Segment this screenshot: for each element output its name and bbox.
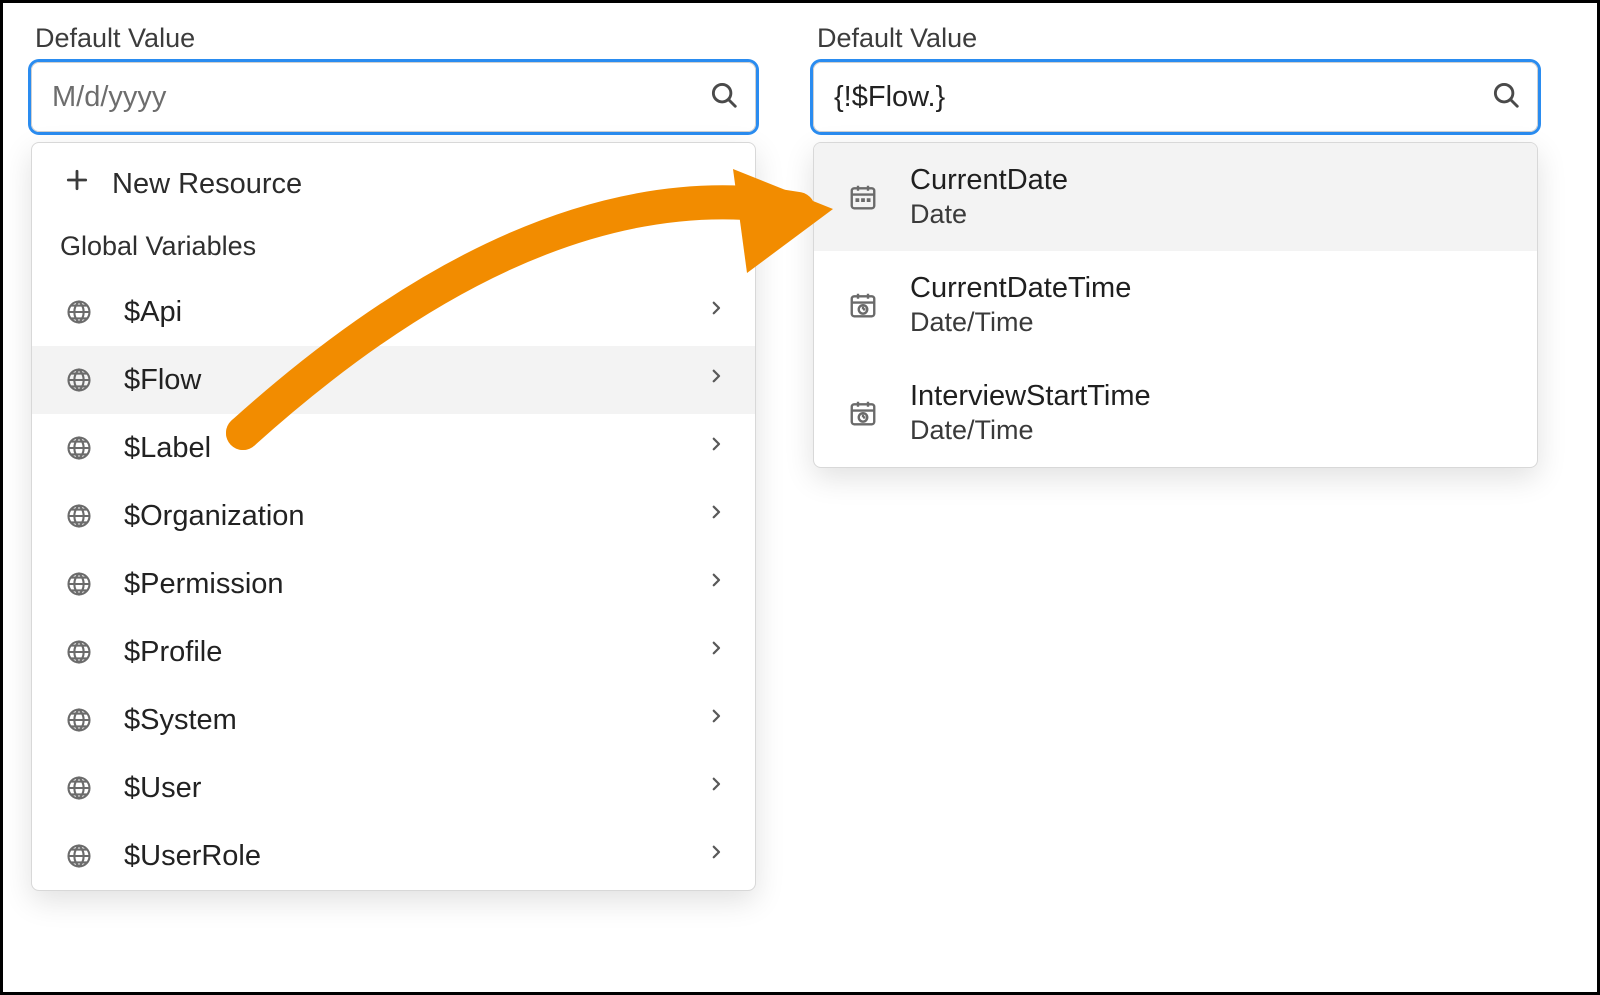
search-icon: [1491, 80, 1521, 115]
globe-icon: [64, 841, 94, 871]
flow-item-list: CurrentDateDate CurrentDateTimeDate/Time…: [814, 143, 1537, 467]
resource-dropdown: New Resource Global Variables $Api $Flow…: [31, 142, 756, 891]
flow-option-name: CurrentDateTime: [910, 270, 1131, 306]
calendar-clock-icon: [846, 290, 880, 320]
chevron-right-icon: [707, 430, 725, 466]
search-icon: [709, 80, 739, 115]
flow-dropdown: CurrentDateDate CurrentDateTimeDate/Time…: [813, 142, 1538, 468]
search-input-container[interactable]: [813, 62, 1538, 132]
flow-option-type: Date: [910, 198, 1068, 232]
global-variable-item[interactable]: $Permission: [32, 550, 755, 618]
global-variable-list: $Api $Flow $Label $Organization $Permiss…: [32, 278, 755, 890]
globe-icon: [64, 705, 94, 735]
chevron-right-icon: [707, 702, 725, 738]
global-variable-label: $Permission: [124, 568, 707, 601]
field-label: Default Value: [817, 23, 1538, 54]
chevron-right-icon: [707, 838, 725, 874]
flow-option-item[interactable]: CurrentDateTimeDate/Time: [814, 251, 1537, 359]
globe-icon: [64, 297, 94, 327]
calendar-date-icon: [846, 182, 880, 212]
globe-icon: [64, 569, 94, 599]
global-variable-item[interactable]: $Profile: [32, 618, 755, 686]
chevron-right-icon: [707, 294, 725, 330]
calendar-clock-icon: [846, 398, 880, 428]
global-variable-label: $System: [124, 704, 707, 737]
globe-icon: [64, 501, 94, 531]
new-resource-label: New Resource: [112, 168, 302, 201]
default-value-panel-right: Default Value CurrentDateDate CurrentDat…: [813, 23, 1538, 468]
chevron-right-icon: [707, 362, 725, 398]
global-variable-item[interactable]: $Organization: [32, 482, 755, 550]
global-variable-label: $Profile: [124, 636, 707, 669]
plus-icon: [64, 167, 90, 201]
global-variable-label: $UserRole: [124, 840, 707, 873]
global-variable-item[interactable]: $UserRole: [32, 822, 755, 890]
global-variable-item[interactable]: $User: [32, 754, 755, 822]
search-input[interactable]: [832, 80, 1491, 115]
global-variable-label: $Flow: [124, 364, 707, 397]
globe-icon: [64, 433, 94, 463]
flow-option-name: CurrentDate: [910, 162, 1068, 198]
flow-option-name: InterviewStartTime: [910, 378, 1151, 414]
global-variable-label: $Api: [124, 296, 707, 329]
chevron-right-icon: [707, 566, 725, 602]
global-variable-item[interactable]: $Flow: [32, 346, 755, 414]
flow-option-type: Date/Time: [910, 306, 1131, 340]
field-label: Default Value: [35, 23, 756, 54]
global-variable-item[interactable]: $Label: [32, 414, 755, 482]
flow-option-item[interactable]: InterviewStartTimeDate/Time: [814, 359, 1537, 467]
search-input[interactable]: [50, 80, 709, 115]
section-title-global-vars: Global Variables: [32, 225, 755, 278]
chevron-right-icon: [707, 634, 725, 670]
globe-icon: [64, 773, 94, 803]
global-variable-label: $Label: [124, 432, 707, 465]
chevron-right-icon: [707, 770, 725, 806]
globe-icon: [64, 637, 94, 667]
search-input-container[interactable]: [31, 62, 756, 132]
global-variable-label: $User: [124, 772, 707, 805]
chevron-right-icon: [707, 498, 725, 534]
flow-option-type: Date/Time: [910, 414, 1151, 448]
default-value-panel-left: Default Value New Resource Global Variab…: [31, 23, 756, 891]
new-resource-button[interactable]: New Resource: [32, 143, 755, 225]
global-variable-label: $Organization: [124, 500, 707, 533]
globe-icon: [64, 365, 94, 395]
global-variable-item[interactable]: $System: [32, 686, 755, 754]
global-variable-item[interactable]: $Api: [32, 278, 755, 346]
flow-option-item[interactable]: CurrentDateDate: [814, 143, 1537, 251]
